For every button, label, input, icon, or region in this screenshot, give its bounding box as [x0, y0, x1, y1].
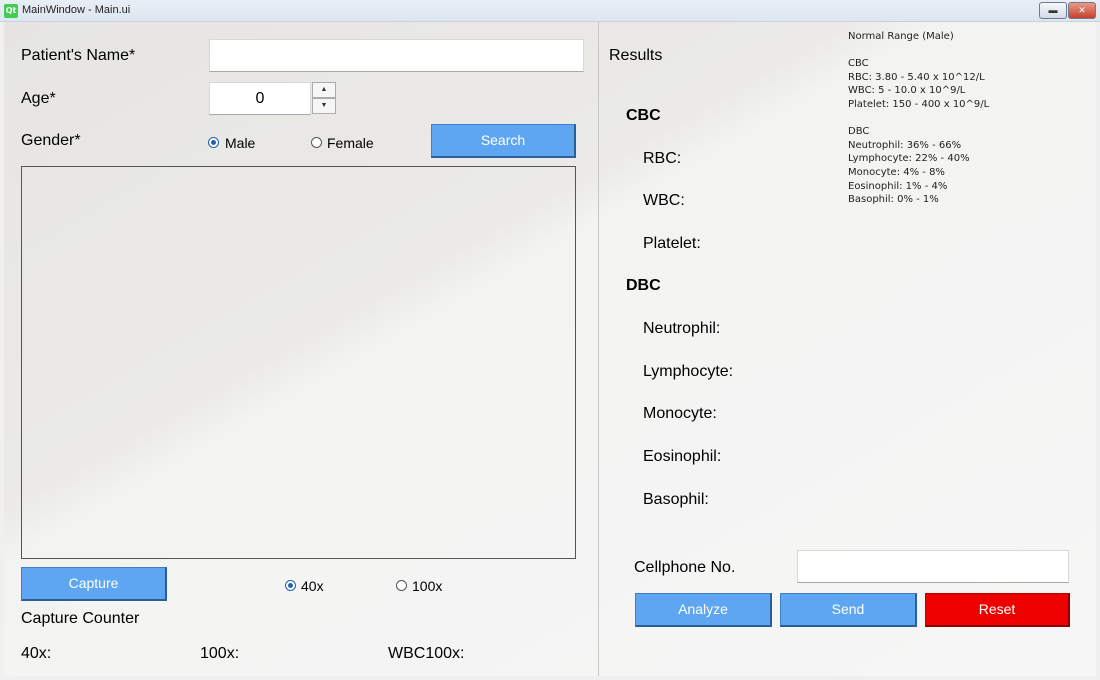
normal-range-title: Normal Range (Male) [848, 31, 954, 42]
patient-name-label: Patient's Name* [21, 47, 136, 64]
capture-button[interactable]: Capture [21, 567, 167, 601]
normal-range-dbc-heading: DBC [848, 126, 870, 137]
counter-40x-label: 40x: [21, 645, 52, 662]
gender-female-radio[interactable] [311, 137, 322, 148]
dbc-heading: DBC [626, 277, 661, 294]
close-button[interactable]: ✕ [1068, 2, 1096, 19]
gender-male-radio[interactable] [208, 137, 219, 148]
normal-range-monocyte: Monocyte: 4% - 8% [848, 167, 945, 178]
cbc-heading: CBC [626, 107, 661, 124]
mag-40x-radio[interactable] [285, 580, 296, 591]
minimize-icon: ▬ [1048, 5, 1058, 15]
search-button[interactable]: Search [431, 124, 576, 158]
result-eosinophil-label: Eosinophil: [643, 448, 722, 465]
results-title: Results [609, 47, 663, 64]
send-button[interactable]: Send [780, 593, 917, 627]
counter-wbc100x-label: WBC100x: [388, 645, 465, 662]
result-wbc-label: WBC: [643, 192, 685, 209]
age-spinbox[interactable]: 0 [209, 82, 311, 115]
analyze-button[interactable]: Analyze [635, 593, 772, 627]
normal-range-basophil: Basophil: 0% - 1% [848, 194, 939, 205]
counter-100x-label: 100x: [200, 645, 240, 662]
result-basophil-label: Basophil: [643, 491, 709, 508]
normal-range-rbc: RBC: 3.80 - 5.40 x 10^12/L [848, 72, 985, 83]
normal-range-neutrophil: Neutrophil: 36% - 66% [848, 140, 962, 151]
normal-range-wbc: WBC: 5 - 10.0 x 10^9/L [848, 85, 966, 96]
window-title: MainWindow - Main.ui [22, 4, 131, 16]
age-label: Age* [21, 90, 56, 107]
mag-100x-radio[interactable] [396, 580, 407, 591]
age-increment-button[interactable]: ▲ [312, 82, 336, 98]
result-neutrophil-label: Neutrophil: [643, 320, 721, 337]
minimize-button[interactable]: ▬ [1039, 2, 1067, 19]
normal-range-platelet: Platelet: 150 - 400 x 10^9/L [848, 99, 990, 110]
mag-40x-label[interactable]: 40x [301, 578, 324, 594]
mag-100x-label[interactable]: 100x [412, 578, 442, 594]
arrow-up-icon: ▲ [320, 86, 328, 93]
result-platelet-label: Platelet: [643, 235, 701, 252]
camera-preview-area [21, 166, 576, 559]
result-lymphocyte-label: Lymphocyte: [643, 363, 734, 380]
gender-female-label[interactable]: Female [327, 135, 374, 151]
result-rbc-label: RBC: [643, 150, 682, 167]
gender-label: Gender* [21, 132, 81, 149]
age-decrement-button[interactable]: ▼ [312, 98, 336, 114]
close-icon: ✕ [1078, 5, 1086, 15]
cellphone-label: Cellphone No. [634, 559, 736, 576]
qt-logo-icon: Qt [4, 4, 18, 18]
result-monocyte-label: Monocyte: [643, 405, 717, 422]
normal-range-lymphocyte: Lymphocyte: 22% - 40% [848, 153, 970, 164]
normal-range-eosinophil: Eosinophil: 1% - 4% [848, 181, 948, 192]
arrow-down-icon: ▼ [320, 102, 328, 109]
cellphone-input[interactable] [797, 550, 1069, 583]
gender-male-label[interactable]: Male [225, 135, 255, 151]
capture-counter-label: Capture Counter [21, 610, 140, 627]
normal-range-cbc-heading: CBC [848, 58, 869, 69]
panel-divider [598, 22, 599, 676]
title-bar: Qt MainWindow - Main.ui ▬ ✕ [0, 0, 1100, 22]
patient-name-input[interactable] [209, 39, 584, 72]
reset-button[interactable]: Reset [925, 593, 1070, 627]
